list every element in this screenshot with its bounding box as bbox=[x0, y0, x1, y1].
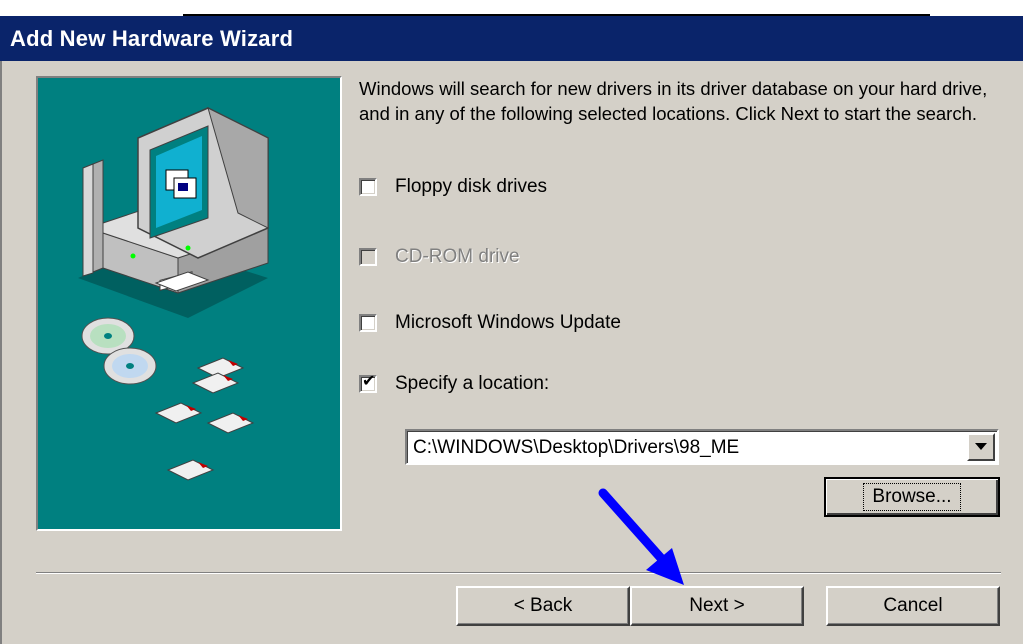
floppy-label[interactable]: Floppy disk drives bbox=[395, 176, 547, 198]
next-button[interactable]: Next > bbox=[630, 586, 804, 626]
windows-update-checkbox[interactable] bbox=[359, 314, 377, 332]
separator bbox=[36, 572, 1001, 574]
cdrom-label: CD-ROM drive bbox=[395, 246, 520, 267]
back-button[interactable]: < Back bbox=[456, 586, 630, 626]
cd-disc-icon bbox=[81, 317, 157, 385]
check-mark-icon: ✔ bbox=[362, 373, 376, 390]
wizard-illustration bbox=[36, 76, 342, 531]
computer-illustration bbox=[78, 107, 270, 481]
option-floppy[interactable]: Floppy disk drives bbox=[359, 176, 547, 198]
windows-update-label[interactable]: Microsoft Windows Update bbox=[395, 312, 621, 334]
floppy-disk-icon bbox=[154, 357, 255, 481]
option-cdrom: CD-ROM drive bbox=[359, 246, 520, 268]
location-value[interactable]: C:\WINDOWS\Desktop\Drivers\98_ME bbox=[413, 435, 739, 461]
specify-location-label[interactable]: Specify a location: bbox=[395, 373, 549, 395]
dropdown-arrow-icon bbox=[975, 443, 987, 450]
cancel-button[interactable]: Cancel bbox=[826, 586, 1000, 626]
cdrom-checkbox bbox=[359, 248, 377, 266]
floppy-checkbox[interactable] bbox=[359, 178, 377, 196]
location-combobox[interactable]: C:\WINDOWS\Desktop\Drivers\98_ME bbox=[405, 429, 999, 465]
instruction-text: Windows will search for new drivers in i… bbox=[359, 78, 988, 124]
window-title[interactable]: Add New Hardware Wizard bbox=[0, 16, 1023, 61]
specify-location-checkbox[interactable]: ✔ bbox=[359, 373, 377, 393]
back-label: < Back bbox=[513, 595, 573, 616]
next-label: Next > bbox=[689, 595, 745, 616]
browse-button[interactable]: Browse... bbox=[824, 477, 1000, 517]
option-specify-location[interactable]: ✔ Specify a location: bbox=[359, 373, 549, 395]
dropdown-arrow-button[interactable] bbox=[967, 433, 995, 461]
option-windows-update[interactable]: Microsoft Windows Update bbox=[359, 312, 621, 334]
window-border bbox=[0, 61, 2, 644]
top-edge-line bbox=[183, 0, 930, 16]
cancel-label: Cancel bbox=[883, 595, 943, 616]
wizard-window: Add New Hardware Wizard Windows will sea… bbox=[0, 16, 1023, 644]
browse-label: Browse... bbox=[863, 483, 961, 511]
